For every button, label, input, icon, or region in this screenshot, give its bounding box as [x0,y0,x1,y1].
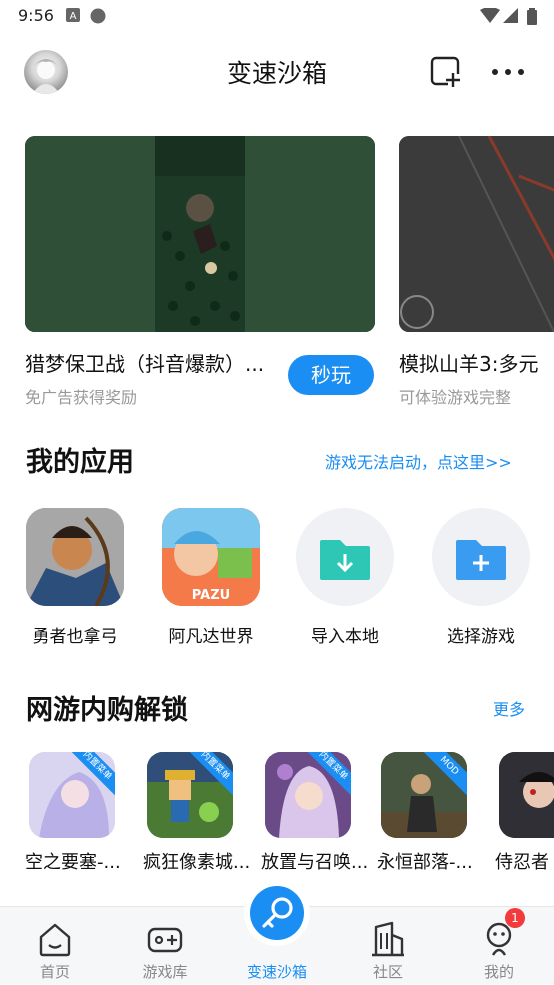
nav-home[interactable]: 首页 [0,907,110,985]
featured-subtitle: 免广告获得奖励 [25,388,138,407]
status-dot-icon [90,8,106,24]
nav-label: 变速沙箱 [246,963,307,981]
my-apps-title: 我的应用 [26,447,134,478]
key-icon [262,897,293,928]
gamepad-icon [147,927,183,953]
instant-play-button[interactable]: 秒玩 [288,355,374,395]
featured-title: 猎梦保卫战（抖音爆款）... [25,352,265,376]
folder-import-icon [320,540,370,580]
game-icon [499,752,554,838]
game-label: 侍忍者 [495,852,549,873]
notification-a-icon: A [66,8,80,22]
app-label: 选择游戏 [447,627,515,647]
app-icon [296,508,394,606]
nav-mine[interactable]: 我的 [444,907,554,985]
ninja-icon [499,752,554,838]
import-local-button[interactable]: 导入本地 [284,508,404,648]
nav-community[interactable]: 社区 [333,907,443,985]
app-item[interactable]: PAZU 阿凡达世界 [150,508,270,648]
app-label: 勇者也拿弓 [32,627,118,647]
featured-subtitle: 可体验游戏完整 [399,388,512,406]
game-screenshot-icon [25,136,375,332]
game-label: 空之要塞-... [25,852,121,873]
avatar-world-icon: PAZU [162,508,260,606]
app-header: 变速沙箱 [0,34,554,114]
game-item[interactable]: 侍忍者 [495,752,554,882]
app-icon [26,508,124,606]
page-title: 变速沙箱 [226,59,327,88]
game-icon: MOD [381,752,467,838]
archer-hero-icon [26,508,124,606]
game-item[interactable]: MOD 永恒部落-... [377,752,487,882]
nav-label: 我的 [483,963,514,981]
featured-thumbnail [25,136,375,332]
sandbox-fab-button[interactable] [244,880,310,946]
game-label: 永恒部落-... [377,852,473,873]
add-window-icon[interactable] [430,56,462,88]
signal-icon [503,8,518,23]
nav-game-library[interactable]: 游戏库 [110,907,220,985]
battery-icon [527,8,537,25]
game-label: 疯狂像素城... [143,852,251,873]
sandbox-key-icon-bg [250,886,304,940]
game-icon: 内置菜单 [147,752,233,838]
app-icon [432,508,530,606]
app-icon: PAZU [162,508,260,606]
game-label: 放置与召唤... [261,852,369,873]
svg-text:A: A [70,11,77,22]
choose-game-button[interactable]: 选择游戏 [420,508,540,648]
status-time: 9:56 [18,6,54,25]
community-building-icon [372,921,404,957]
game-item[interactable]: 内置菜单 空之要塞-... [25,752,135,882]
game-icon: 内置菜单 [29,752,115,838]
notification-badge: 1 [505,908,525,928]
app-item[interactable]: 勇者也拿弓 [14,508,134,648]
folder-add-icon [456,540,506,580]
launch-help-link[interactable]: 游戏无法启动，点这里>> [325,449,512,473]
more-link[interactable]: 更多 [493,696,525,720]
game-item[interactable]: 内置菜单 疯狂像素城... [143,752,253,882]
home-icon [39,923,71,957]
more-menu-icon[interactable] [490,56,526,88]
wifi-icon [480,8,500,23]
game-item[interactable]: 内置菜单 放置与召唤... [261,752,371,882]
app-label: 导入本地 [311,627,379,647]
nav-label: 社区 [372,963,403,981]
status-bar: 9:56 A [0,0,554,34]
unlock-section-title: 网游内购解锁 [26,695,188,726]
featured-thumbnail [399,136,554,332]
game-icon: 内置菜单 [265,752,351,838]
featured-title: 模拟山羊3:多元 [399,352,539,376]
app-label: 阿凡达世界 [168,627,254,647]
featured-card[interactable]: 模拟山羊3:多元 可体验游戏完整 [399,136,554,406]
nav-label: 首页 [39,963,70,981]
nav-label: 游戏库 [142,963,188,981]
svg-text:PAZU: PAZU [192,588,230,603]
game-screenshot-icon [399,136,554,332]
